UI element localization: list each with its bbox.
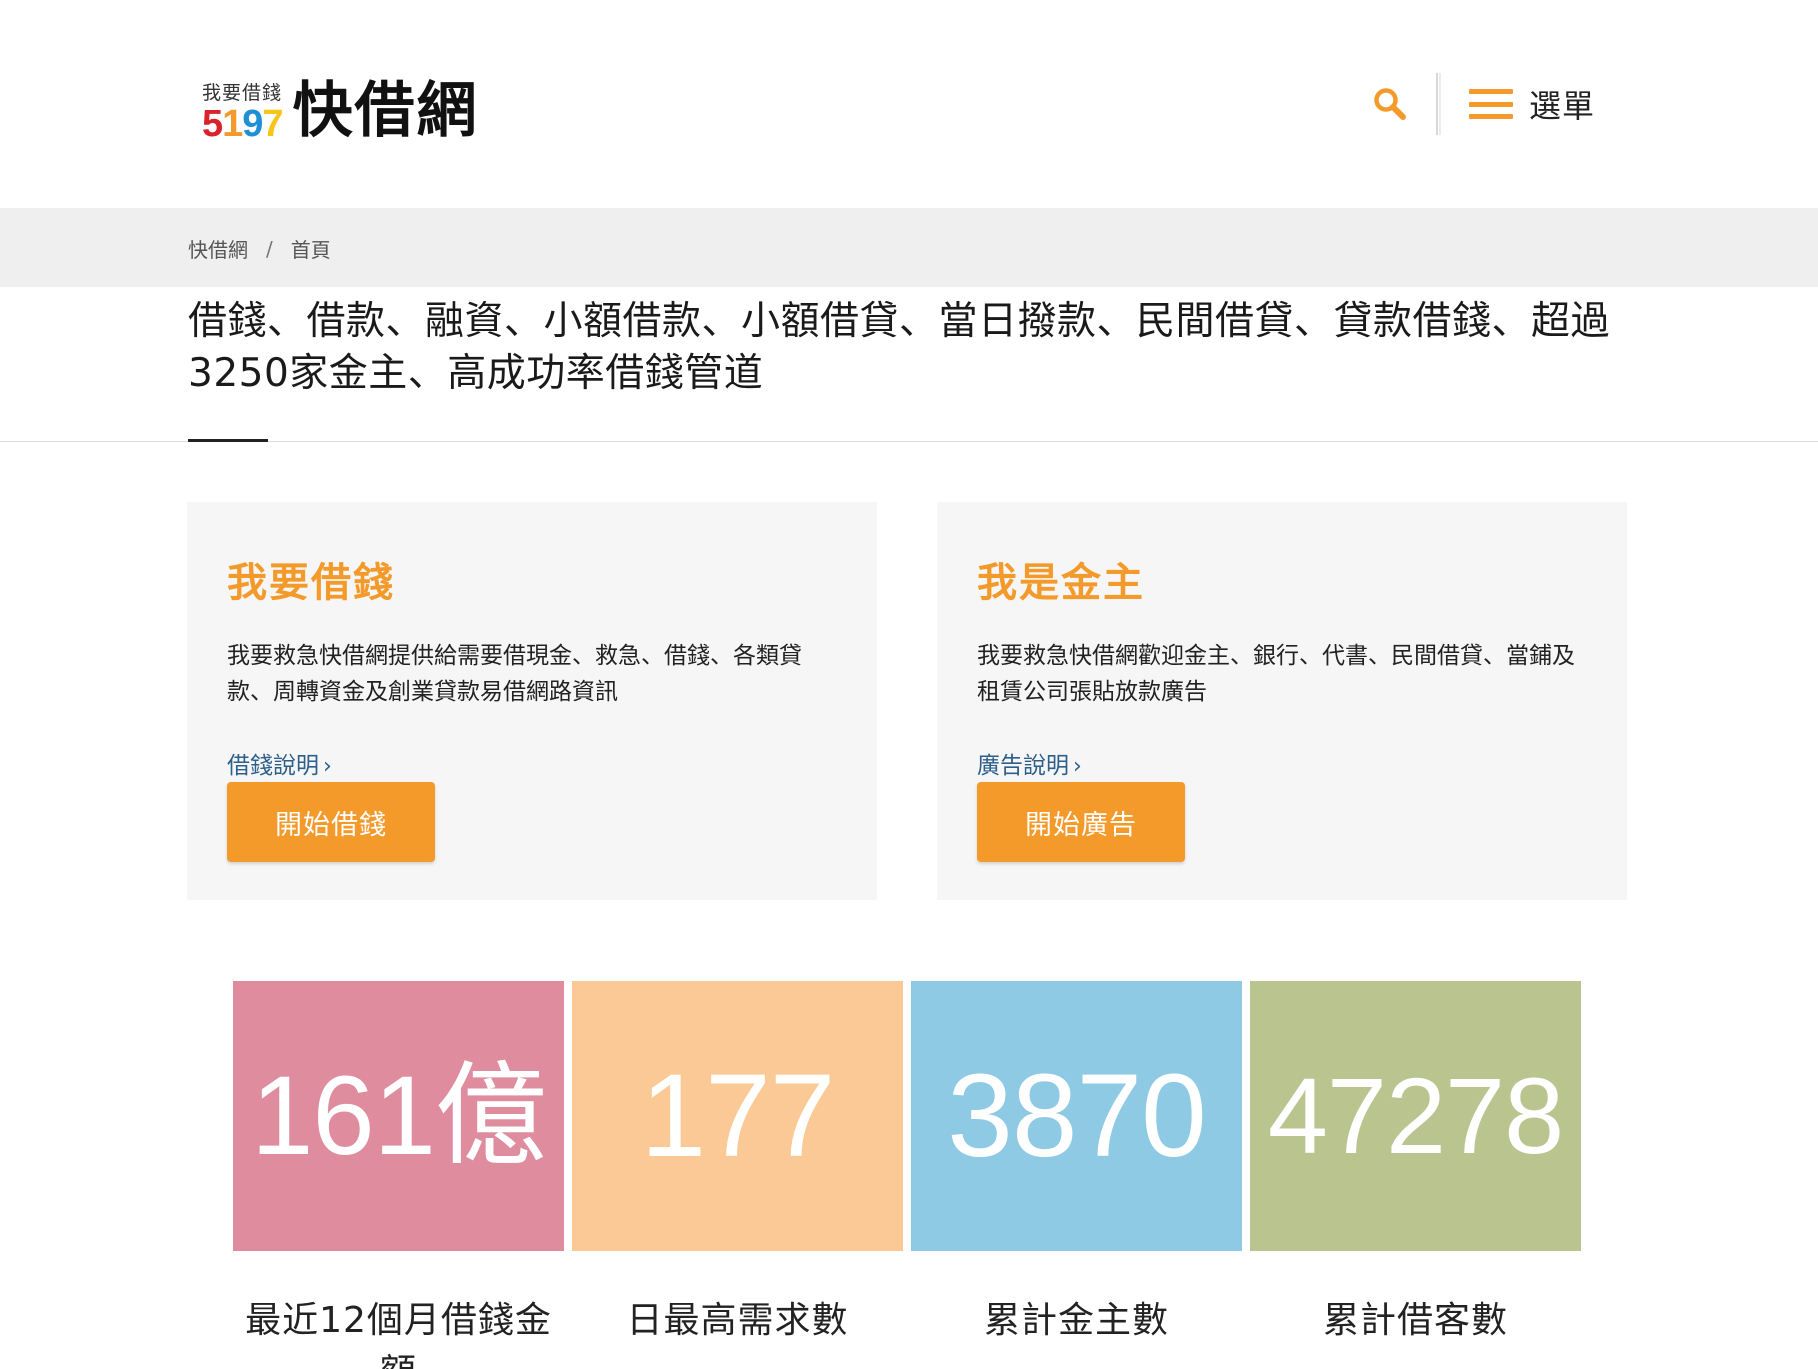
- stat-value: 3870: [947, 1050, 1207, 1182]
- site-header: 我要借錢 5197 快借網 選單: [0, 0, 1818, 208]
- hamburger-icon: [1468, 89, 1513, 119]
- borrow-card: 我要借錢 我要救急快借網提供給需要借現金、救急、借錢、各類貸款、周轉資金及創業貸…: [187, 502, 877, 900]
- search-icon: [1374, 88, 1406, 120]
- borrow-info-link[interactable]: 借錢說明 ›: [227, 746, 332, 780]
- page-headline: 借錢、借款、融資、小額借款、小額借貸、當日撥款、民間借貸、貸款借錢、超過3250…: [188, 299, 1611, 396]
- logo-tagline: 我要借錢: [202, 82, 283, 104]
- stat-label: 累計金主數: [983, 1300, 1169, 1341]
- logo-digit: 9: [242, 103, 263, 145]
- stat-tile-loan-amount: 161億: [233, 981, 564, 1251]
- stat-label: 日最高需求數: [626, 1300, 849, 1341]
- logo-name: 快借網: [292, 76, 479, 146]
- logo-number: 5197: [202, 103, 284, 145]
- start-borrow-button[interactable]: 開始借錢: [227, 782, 435, 862]
- chevron-right-icon: ›: [1073, 754, 1082, 779]
- stat-tile-lenders: 3870: [911, 981, 1242, 1251]
- stat-tile-daily-demand: 177: [572, 981, 903, 1251]
- logo-digit: 5: [202, 103, 223, 145]
- breadcrumb-separator: /: [266, 236, 273, 261]
- search-button[interactable]: [1366, 80, 1414, 128]
- lender-card-title: 我是金主: [977, 560, 1145, 606]
- lender-card-description: 我要救急快借網歡迎金主、銀行、代書、民間借貸、當鋪及租賃公司張貼放款廣告: [977, 643, 1575, 705]
- stat-label: 最近12個月借錢金額: [245, 1300, 552, 1369]
- breadcrumb: 快借網 / 首頁: [188, 234, 331, 263]
- breadcrumb-item-home-site[interactable]: 快借網: [188, 234, 248, 263]
- stat-label: 累計借客數: [1322, 1300, 1508, 1341]
- borrow-card-description: 我要救急快借網提供給需要借現金、救急、借錢、各類貸款、周轉資金及創業貸款易借網路…: [227, 643, 802, 705]
- menu-label: 選單: [1528, 87, 1595, 125]
- stat-value: 47278: [1267, 1055, 1564, 1176]
- chevron-right-icon: ›: [323, 754, 332, 779]
- stat-tile-borrowers: 47278: [1250, 981, 1581, 1251]
- logo-digit: 1: [222, 103, 243, 145]
- ad-info-link[interactable]: 廣告說明 ›: [977, 746, 1082, 780]
- borrow-info-link-label: 借錢說明: [227, 753, 319, 779]
- breadcrumb-bar: 快借網 / 首頁: [0, 208, 1818, 287]
- breadcrumb-item-current: 首頁: [290, 238, 331, 262]
- logo-digit: 7: [262, 103, 283, 145]
- stat-value: 161億: [251, 1053, 547, 1178]
- site-logo[interactable]: 我要借錢 5197 快借網: [202, 72, 479, 144]
- start-ad-button[interactable]: 開始廣告: [977, 782, 1185, 862]
- borrow-card-title: 我要借錢: [227, 560, 395, 606]
- stat-value: 177: [640, 1050, 836, 1182]
- headline-underline: [188, 439, 268, 442]
- lender-card: 我是金主 我要救急快借網歡迎金主、銀行、代書、民間借貸、當鋪及租賃公司張貼放款廣…: [937, 502, 1627, 900]
- header-divider: [1435, 73, 1441, 135]
- header-actions: 選單: [1366, 73, 1595, 135]
- menu-button[interactable]: 選單: [1468, 81, 1595, 127]
- section-divider: [0, 441, 1818, 442]
- logo-mark: 我要借錢 5197: [202, 82, 284, 145]
- ad-info-link-label: 廣告說明: [977, 753, 1069, 779]
